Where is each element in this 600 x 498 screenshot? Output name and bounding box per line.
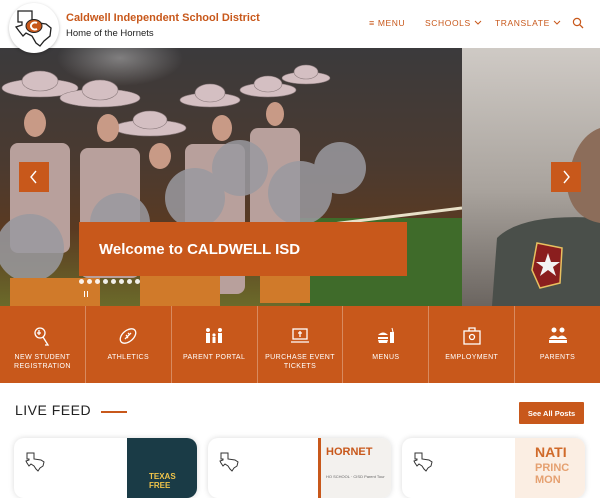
chevron-down-icon: [553, 20, 561, 25]
search-button[interactable]: [572, 17, 584, 29]
site-subtitle: Home of the Hornets: [66, 28, 154, 39]
quick-link-menus[interactable]: MENUS: [343, 306, 430, 383]
previous-slide-button[interactable]: [19, 162, 49, 192]
site-header: Caldwell Independent School District Hom…: [0, 0, 600, 53]
slide-dot[interactable]: [79, 279, 84, 284]
texas-icon: [219, 452, 239, 472]
slide-indicators: [79, 279, 140, 284]
heading-underline: [101, 411, 127, 413]
quick-link-athletics[interactable]: ATHLETICS: [86, 306, 172, 383]
thumbnail-text: TEXAS FREE: [149, 472, 176, 490]
post-thumbnail: NATI PRINC MON: [515, 438, 585, 498]
thumbnail-subtext: HO SCHOOL · CISD Parent Tour: [326, 474, 385, 479]
thumbnail-text: NATI: [535, 444, 567, 460]
slide-dot[interactable]: [119, 279, 124, 284]
hamburger-icon: ≡: [369, 18, 375, 28]
chevron-right-icon: [563, 170, 570, 184]
slide-dot[interactable]: [87, 279, 92, 284]
schools-dropdown[interactable]: SCHOOLS: [425, 18, 482, 28]
feed-card[interactable]: NATI PRINC MON: [402, 438, 585, 498]
slide-dot[interactable]: [127, 279, 132, 284]
registration-icon: [34, 327, 50, 346]
texas-icon: [413, 452, 433, 472]
quick-link-new-student-registration[interactable]: NEW STUDENT REGISTRATION: [0, 306, 86, 383]
menu-button[interactable]: ≡ MENU: [369, 18, 405, 28]
schools-label: SCHOOLS: [425, 18, 471, 28]
texas-c-logo-icon: [14, 10, 52, 47]
parents-icon: [548, 327, 567, 343]
quick-link-label: MENUS: [372, 354, 400, 361]
quick-link-parents[interactable]: PARENTS: [515, 306, 600, 383]
quick-link-label: EMPLOYMENT: [445, 354, 499, 361]
chevron-left-icon: [30, 170, 37, 184]
chevron-down-icon: [474, 20, 482, 25]
menu-label: MENU: [377, 18, 406, 28]
post-thumbnail: HORNET HO SCHOOL · CISD Parent Tour: [318, 438, 391, 498]
food-icon: [377, 327, 394, 343]
briefcase-icon: [463, 327, 481, 345]
thumbnail-subtext: PRINC MON: [535, 462, 570, 486]
site-title[interactable]: Caldwell Independent School District: [66, 12, 260, 24]
thumbnail-text: HORNET: [326, 446, 373, 458]
football-icon: [119, 328, 137, 344]
quick-link-label: NEW STUDENT REGISTRATION: [14, 354, 71, 370]
translate-label: TRANSLATE: [495, 18, 550, 28]
hero-slideshow: Welcome to CALDWELL ISD: [0, 48, 600, 306]
quick-link-label: PARENT PORTAL: [183, 354, 246, 361]
district-logo[interactable]: [9, 3, 59, 53]
slide-dot[interactable]: [135, 279, 140, 284]
quick-link-employment[interactable]: EMPLOYMENT: [429, 306, 516, 383]
next-slide-button[interactable]: [551, 162, 581, 192]
quick-link-parent-portal[interactable]: PARENT PORTAL: [172, 306, 258, 383]
feed-card[interactable]: TEXAS FREE: [14, 438, 197, 498]
slide-dot[interactable]: [103, 279, 108, 284]
family-icon: [206, 328, 223, 343]
pause-icon[interactable]: [84, 291, 88, 297]
welcome-text: Welcome to CALDWELL ISD: [99, 240, 301, 258]
search-icon: [572, 17, 584, 29]
quick-links-bar: NEW STUDENT REGISTRATION ATHLETICS PAREN…: [0, 306, 600, 383]
laptop-icon: [291, 328, 309, 343]
live-feed-heading: LIVE FEED: [15, 402, 92, 418]
welcome-banner: Welcome to CALDWELL ISD: [79, 222, 407, 276]
slide-dot[interactable]: [111, 279, 116, 284]
quick-link-label: PURCHASE EVENT TICKETS: [265, 354, 335, 370]
texas-icon: [25, 452, 45, 472]
quick-link-purchase-event-tickets[interactable]: PURCHASE EVENT TICKETS: [258, 306, 344, 383]
see-all-posts-button[interactable]: See All Posts: [519, 402, 584, 424]
quick-link-label: ATHLETICS: [107, 354, 150, 361]
translate-dropdown[interactable]: TRANSLATE: [495, 18, 561, 28]
post-thumbnail: TEXAS FREE: [127, 438, 197, 498]
quick-link-label: PARENTS: [539, 354, 576, 361]
slide-dot[interactable]: [95, 279, 100, 284]
feed-card[interactable]: HORNET HO SCHOOL · CISD Parent Tour: [208, 438, 391, 498]
